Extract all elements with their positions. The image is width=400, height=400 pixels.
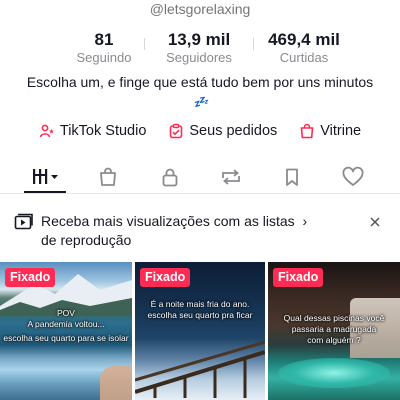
pinned-badge: Fixado (140, 268, 191, 287)
heart-icon (342, 166, 364, 186)
shop-link[interactable]: Vitrine (299, 123, 361, 139)
profile-stats: 81 Seguindo 13,9 mil Seguidores 469,4 mi… (0, 30, 400, 66)
bio-text: Escolha um, e finge que está tudo bem po… (26, 74, 374, 90)
orders-icon (170, 123, 183, 139)
videos-grid-icon (33, 169, 58, 184)
pinned-badge: Fixado (273, 268, 324, 287)
close-icon[interactable] (368, 215, 382, 229)
hand-photo (100, 366, 132, 400)
active-tab-indicator (24, 191, 66, 193)
tiktok-studio-link[interactable]: TikTok Studio (39, 123, 147, 139)
sleeping-emoji: 💤 (193, 95, 208, 109)
shop-label: Vitrine (320, 123, 362, 139)
following-label: Seguindo (76, 50, 132, 65)
snowy-railing (135, 340, 265, 398)
profile-bio: Escolha um, e finge que está tudo bem po… (20, 73, 380, 112)
playlist-banner[interactable]: Receba mais visualizações com as listas … (0, 208, 400, 252)
video-caption: É a noite mais fria do ano. (150, 299, 250, 309)
video-thumbnail[interactable]: Fixado Qual dessas piscinas você passari… (268, 262, 400, 400)
likes-count: 469,4 mil (268, 30, 340, 49)
repost-icon (222, 169, 240, 185)
stat-following[interactable]: 81 Seguindo (64, 30, 144, 66)
shop-icon (300, 123, 314, 139)
following-count: 81 (94, 30, 114, 49)
followers-label: Seguidores (166, 50, 232, 65)
video-caption: escolha seu quarto pra ficar (147, 310, 253, 320)
followers-count: 13,9 mil (167, 30, 231, 49)
tab-videos[interactable] (27, 164, 63, 190)
stat-followers[interactable]: 13,9 mil Seguidores (145, 30, 253, 66)
video-caption: POV (57, 308, 75, 318)
pool-glow (278, 358, 390, 388)
video-caption: passaria a madrugada (291, 324, 377, 334)
video-caption: Qual dessas piscinas você (283, 313, 385, 323)
video-thumbnail[interactable]: Fixado É a noite mais fria do ano. escol… (135, 262, 265, 400)
orders-link[interactable]: Seus pedidos (168, 123, 277, 139)
pinned-badge: Fixado (5, 268, 56, 287)
chevron-right-icon: › (302, 213, 308, 229)
tab-liked[interactable] (338, 164, 368, 190)
banner-text: Receba mais visualizações com as listas … (41, 213, 308, 248)
video-caption: A pandemia voltou... (27, 319, 105, 329)
tab-reposts[interactable] (216, 164, 246, 190)
stat-likes[interactable]: 469,4 mil Curtidas (254, 30, 354, 66)
tab-private[interactable] (155, 164, 185, 190)
tab-shop[interactable] (93, 164, 123, 190)
profile-links: TikTok Studio Seus pedidos Vitrine (0, 123, 400, 139)
profile-username: @letsgorelaxing (149, 1, 251, 17)
bookmark-icon (286, 168, 298, 186)
tab-saved[interactable] (277, 164, 307, 190)
profile-tabs (0, 160, 400, 194)
video-thumbnail[interactable]: Fixado POV A pandemia voltou... escolha … (0, 262, 132, 400)
studio-icon (39, 124, 54, 138)
likes-label: Curtidas (279, 50, 329, 65)
lock-icon (162, 168, 178, 187)
video-caption: com alguém ? (307, 335, 361, 345)
shopping-bag-icon (100, 167, 116, 186)
video-caption: escolha seu quarto para se isolar (3, 333, 129, 343)
video-grid: Fixado POV A pandemia voltou... escolha … (0, 262, 400, 400)
tiktok-studio-label: TikTok Studio (59, 123, 147, 139)
playlist-icon (14, 213, 33, 230)
orders-label: Seus pedidos (189, 123, 278, 139)
